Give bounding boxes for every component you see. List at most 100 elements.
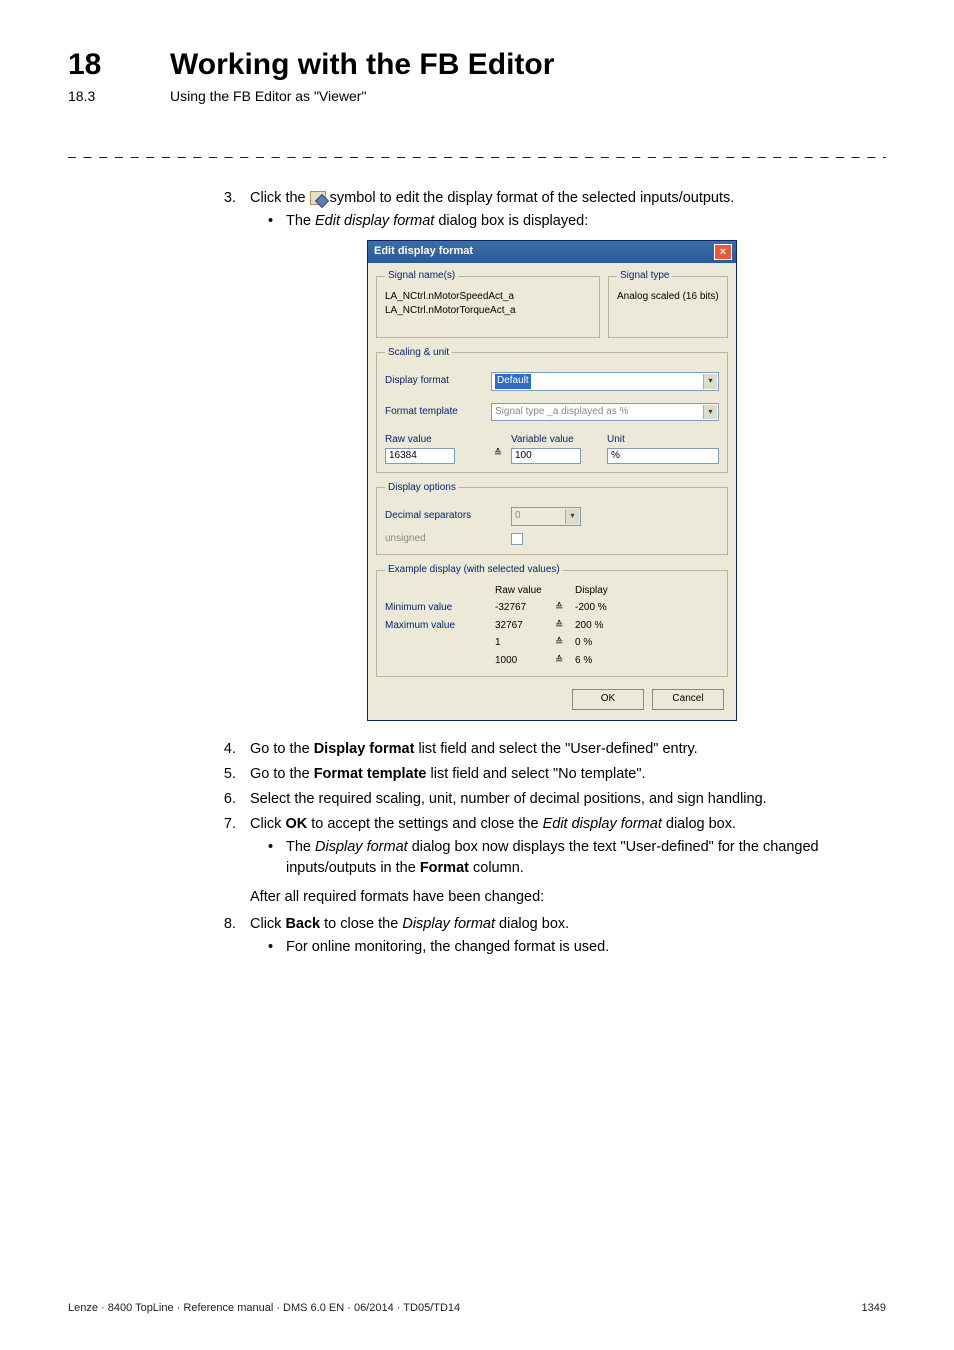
text: list field and select the "User-defined"… [414,741,697,757]
text: Edit display format [315,213,434,229]
step-number: 4. [218,739,236,760]
display-format-select[interactable]: Default ▾ [491,372,719,391]
step-number: 3. [218,188,236,232]
decimal-separators-label: Decimal separators [385,509,505,524]
step-text: Select the required scaling, unit, numbe… [250,789,886,810]
section-number: 18.3 [68,88,128,104]
signal-type-legend: Signal type [617,269,672,284]
example-raw-header: Raw value [495,584,555,599]
section-title: Using the FB Editor as "Viewer" [170,88,366,104]
text: symbol to edit the display format of the… [326,190,735,206]
corresponds-icon: ≙ [555,654,575,669]
text: Back [285,916,320,932]
example-display-header: Display [575,584,635,599]
signal-name: LA_NCtrl.nMotorSpeedAct_a [385,290,591,305]
text: Click [250,816,285,832]
edit-format-icon [310,191,326,205]
text: dialog box. [495,916,569,932]
text: Format template [314,766,427,782]
raw-value-input[interactable] [385,448,455,464]
example-cell: 200 % [575,619,635,634]
bullet-text: For online monitoring, the changed forma… [286,937,609,958]
chevron-down-icon: ▾ [703,374,717,389]
text: Display format [314,741,415,757]
text: column. [469,860,524,876]
example-cell: 1 [495,636,555,651]
text: Format [420,860,469,876]
text: OK [285,816,307,832]
dialog-titlebar: Edit display format × [368,241,736,263]
chevron-down-icon: ▾ [565,509,579,524]
variable-value-input[interactable] [511,448,581,464]
step-number: 7. [218,814,236,879]
text: to close the [320,916,402,932]
text: Click the [250,190,310,206]
example-min-label: Minimum value [385,601,495,616]
intermediate-text: After all required formats have been cha… [250,887,886,908]
text: dialog box is displayed: [434,213,588,229]
decimal-separators-select: 0 ▾ [511,507,581,526]
bullet-icon: • [268,937,276,958]
example-max-label: Maximum value [385,619,495,634]
corresponds-icon: ≙ [491,447,505,464]
unit-label: Unit [607,433,719,448]
format-template-label: Format template [385,405,485,420]
example-cell: 32767 [495,619,555,634]
format-template-select[interactable]: Signal type _a displayed as % ▾ [491,403,719,422]
select-value: Signal type _a displayed as % [495,406,628,417]
step-text: Go to the Display format list field and … [250,739,886,760]
example-cell: 1000 [495,654,555,669]
edit-display-format-dialog: Edit display format × Signal name(s) LA_… [367,240,737,721]
bullet-icon: • [268,837,276,879]
example-display-legend: Example display (with selected values) [385,563,563,578]
chapter-number: 18 [68,48,128,82]
bullet-icon: • [268,211,276,232]
example-cell: 6 % [575,654,635,669]
step-number: 5. [218,764,236,785]
corresponds-icon: ≙ [555,619,575,634]
cancel-button[interactable]: Cancel [652,689,724,710]
step-text: Click the symbol to edit the display for… [250,188,886,232]
example-cell: -32767 [495,601,555,616]
dialog-title: Edit display format [374,244,473,260]
text: Display format [315,839,408,855]
unsigned-checkbox [511,533,523,545]
bullet-text: The Display format dialog box now displa… [286,837,886,879]
unit-input[interactable] [607,448,719,464]
ok-button[interactable]: OK [572,689,644,710]
text: The [286,213,315,229]
text: dialog box. [662,816,736,832]
text: to accept the settings and close the [307,816,542,832]
scaling-unit-legend: Scaling & unit [385,346,452,361]
text: Go to the [250,766,314,782]
signal-type-value: Analog scaled (16 bits) [617,290,719,305]
select-value: 0 [515,510,521,521]
bullet-text: The Edit display format dialog box is di… [286,211,588,232]
footer-left: Lenze · 8400 TopLine · Reference manual … [68,1302,460,1314]
display-options-legend: Display options [385,481,459,496]
corresponds-icon: ≙ [555,636,575,651]
text: Display format [402,916,495,932]
page-number: 1349 [862,1302,886,1314]
text: The [286,839,315,855]
display-format-label: Display format [385,374,485,389]
chevron-down-icon: ▾ [703,405,717,420]
step-number: 8. [218,914,236,958]
text: Click [250,916,285,932]
close-icon[interactable]: × [714,244,732,260]
step-text: Click OK to accept the settings and clos… [250,814,886,879]
text: list field and select "No template". [427,766,646,782]
example-cell: 0 % [575,636,635,651]
signal-name: LA_NCtrl.nMotorTorqueAct_a [385,304,591,319]
variable-value-label: Variable value [511,433,601,448]
example-cell: -200 % [575,601,635,616]
unsigned-label: unsigned [385,532,505,547]
divider: _ _ _ _ _ _ _ _ _ _ _ _ _ _ _ _ _ _ _ _ … [68,142,886,158]
step-text: Go to the Format template list field and… [250,764,886,785]
raw-value-label: Raw value [385,433,485,448]
step-text: Click Back to close the Display format d… [250,914,886,958]
text: Edit display format [543,816,662,832]
signal-names-legend: Signal name(s) [385,269,458,284]
step-number: 6. [218,789,236,810]
corresponds-icon: ≙ [555,601,575,616]
